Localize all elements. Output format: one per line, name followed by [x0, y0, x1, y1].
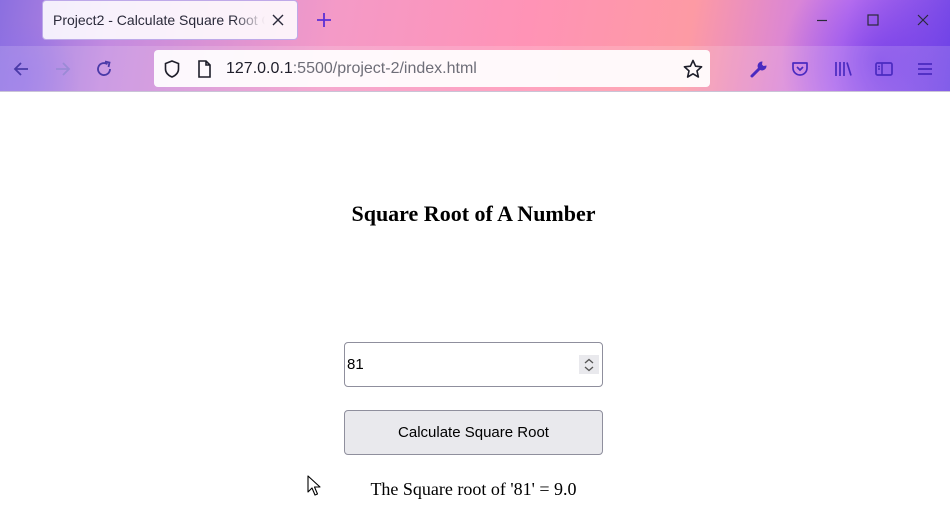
window-close-icon[interactable] — [909, 6, 937, 34]
library-icon[interactable] — [830, 56, 856, 82]
browser-chrome: Project2 - Calculate Square Root Of A Nu… — [0, 0, 950, 92]
maximize-icon[interactable] — [859, 6, 887, 34]
tab-title: Project2 - Calculate Square Root Of A Nu… — [53, 12, 265, 28]
new-tab-plus-icon[interactable] — [312, 8, 336, 32]
bookmark-star-icon[interactable] — [682, 58, 704, 80]
chevron-up-icon[interactable] — [584, 358, 594, 364]
pocket-icon[interactable] — [787, 56, 813, 82]
number-input[interactable]: 81 — [344, 342, 603, 387]
reload-icon[interactable] — [91, 56, 117, 82]
navigation-toolbar: 127.0.0.1:5500/project-2/index.html — [0, 46, 950, 91]
hamburger-menu-icon[interactable] — [912, 56, 938, 82]
forward-arrow-icon[interactable] — [50, 56, 76, 82]
shield-icon[interactable] — [162, 59, 182, 79]
number-input-value[interactable]: 81 — [347, 356, 364, 373]
active-tab[interactable]: Project2 - Calculate Square Root Of A Nu… — [42, 0, 298, 40]
url-path: :5500/project-2/index.html — [292, 60, 477, 77]
sidebar-icon[interactable] — [871, 56, 897, 82]
page-content: Square Root of A Number 81 Calculate Squ… — [0, 92, 950, 509]
tab-close-icon[interactable] — [269, 11, 287, 29]
mouse-cursor-icon — [307, 475, 321, 497]
page-icon[interactable] — [194, 59, 214, 79]
wrench-icon[interactable] — [746, 56, 772, 82]
address-bar[interactable]: 127.0.0.1:5500/project-2/index.html — [154, 50, 710, 87]
url-text[interactable]: 127.0.0.1:5500/project-2/index.html — [226, 60, 477, 78]
back-arrow-icon[interactable] — [8, 56, 34, 82]
minimize-icon[interactable] — [808, 6, 836, 34]
url-host: 127.0.0.1 — [226, 60, 293, 77]
calculate-square-root-button[interactable]: Calculate Square Root — [344, 410, 603, 455]
result-text: The Square root of '81' = 9.0 — [370, 479, 577, 499]
page-title: Square Root of A Number — [351, 201, 596, 226]
chevron-down-icon[interactable] — [584, 366, 594, 372]
number-spinner[interactable] — [579, 355, 599, 374]
